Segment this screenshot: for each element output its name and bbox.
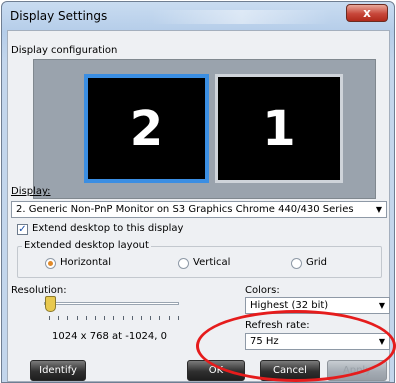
display-dropdown-value: 2. Generic Non-PnP Monitor on S3 Graphic… [16,204,354,215]
extend-desktop-checkbox[interactable]: ✓ [17,224,28,235]
display-label: Display: [11,186,51,197]
monitor-2-number: 2 [129,100,164,157]
window-title: Display Settings [10,9,108,23]
resolution-slider-thumb[interactable] [45,296,56,312]
radio-vertical[interactable] [178,258,189,269]
resolution-slider-ticks [49,316,179,321]
monitor-2[interactable]: 2 [84,74,209,183]
display-dropdown[interactable]: 2. Generic Non-PnP Monitor on S3 Graphic… [11,201,387,218]
radio-horizontal[interactable] [45,258,56,269]
resolution-label: Resolution: [11,285,67,296]
resolution-value-text: 1024 x 768 at -1024, 0 [52,331,167,342]
display-configuration-label: Display configuration [11,45,118,56]
radio-grid[interactable] [291,258,302,269]
close-button[interactable]: x [346,4,388,22]
vertical-label: Vertical [193,257,231,268]
refresh-rate-highlight-circle [196,310,396,382]
resolution-slider-track[interactable] [44,302,179,305]
monitor-1-number: 1 [262,100,296,157]
title-glass-highlight [152,10,332,24]
grid-label: Grid [306,257,327,268]
display-label-text: Display: [11,186,51,197]
extend-desktop-label: Extend desktop to this display [32,223,184,234]
horizontal-label: Horizontal [60,257,112,268]
chevron-down-icon: ▼ [375,205,382,214]
title-bar: Display Settings x [2,2,394,32]
monitor-arrangement-area[interactable]: 2 1 [33,59,376,199]
monitor-1[interactable]: 1 [215,74,343,183]
chevron-down-icon: ▼ [378,301,385,310]
colors-label: Colors: [245,285,280,296]
extended-layout-label: Extended desktop layout [22,240,151,251]
identify-button[interactable]: Identify [30,360,86,381]
